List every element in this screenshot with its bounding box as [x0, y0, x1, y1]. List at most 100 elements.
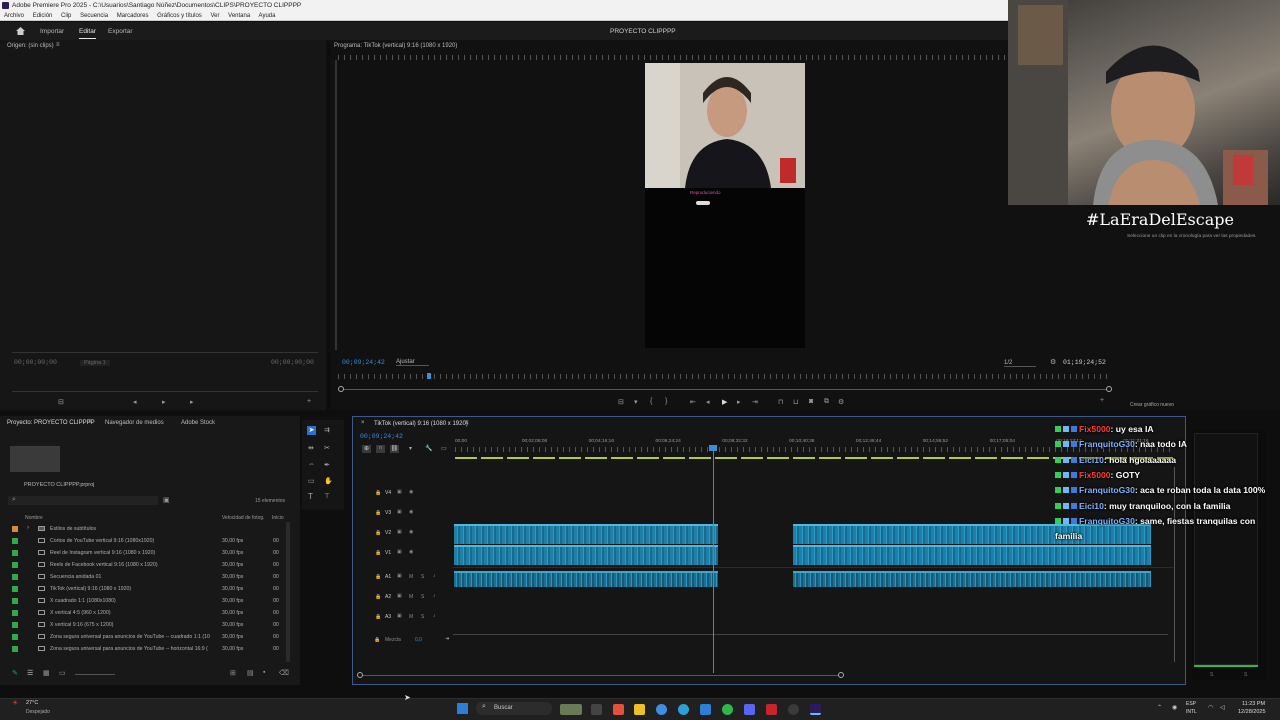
lock-icon[interactable]: 🔒: [375, 614, 381, 620]
lock-icon[interactable]: 🔒: [374, 637, 380, 643]
timeline-settings-icon[interactable]: 🔧: [425, 445, 432, 452]
export-frame-icon[interactable]: ◙: [809, 398, 813, 405]
expand-chevron-icon[interactable]: ›: [27, 525, 29, 531]
pen-tool-icon[interactable]: ✒: [324, 461, 330, 469]
track-select-tool-icon[interactable]: ⇉: [324, 426, 330, 434]
store-icon[interactable]: [700, 704, 711, 715]
tab-editar[interactable]: Editar: [79, 28, 96, 39]
sync-lock-icon[interactable]: ▣: [397, 529, 402, 535]
solo-button[interactable]: S: [421, 594, 424, 600]
mic-icon[interactable]: ♪: [433, 593, 436, 599]
video-track-header[interactable]: 🔒 V4 ▣ ◉: [353, 487, 453, 501]
volume-icon[interactable]: ◁: [1220, 704, 1225, 711]
label-color-swatch[interactable]: [12, 646, 18, 652]
mark-out-icon[interactable]: {: [650, 398, 652, 405]
mute-button[interactable]: M: [409, 594, 413, 600]
hscroll-handle-left[interactable]: [357, 672, 363, 678]
solo-button[interactable]: S: [421, 614, 424, 620]
program-fit-select[interactable]: Ajustar: [396, 359, 429, 366]
menu-edicion[interactable]: Edición: [33, 13, 53, 19]
nest-icon[interactable]: ⊕: [362, 445, 371, 453]
label-color-swatch[interactable]: [12, 562, 18, 568]
automate-icon[interactable]: ⊞: [230, 669, 236, 677]
panel-menu-icon[interactable]: ≡: [88, 419, 92, 425]
close-icon[interactable]: ×: [361, 420, 365, 426]
caption-tool-icon[interactable]: ⊤: [324, 492, 330, 500]
program-title[interactable]: Programa: TikTok (vertical) 9:16 (1080 x…: [334, 43, 457, 49]
video-clip-v2-b[interactable]: [793, 524, 1151, 544]
timeline-title[interactable]: TikTok (vertical) 9:16 (1080 x 1920): [374, 421, 468, 427]
program-scrub-ruler[interactable]: [338, 374, 1110, 379]
program-zoom-bar[interactable]: [340, 389, 1110, 390]
menu-secuencia[interactable]: Secuencia: [80, 13, 108, 19]
edge-icon[interactable]: [678, 704, 689, 715]
go-to-out-icon[interactable]: ⇥: [752, 398, 758, 406]
program-resolution-select[interactable]: 1/2: [1004, 360, 1037, 367]
timeline-timecode[interactable]: 00;09;24;42: [360, 433, 403, 440]
tab-media-browser[interactable]: Navegador de medios: [105, 420, 164, 426]
menu-ventana[interactable]: Ventana: [228, 13, 250, 19]
tray-time[interactable]: 11:23 PM: [1242, 701, 1265, 707]
sync-lock-icon[interactable]: ▣: [397, 489, 402, 495]
audio-clip-a1-a[interactable]: [454, 571, 718, 587]
tab-project[interactable]: Proyecto: PROYECTO CLIPPPP: [7, 420, 95, 426]
source-play-icon[interactable]: ▸: [162, 398, 166, 406]
add-marker-icon[interactable]: ▾: [634, 398, 638, 406]
menu-graficos[interactable]: Gráficos y títulos: [157, 13, 202, 19]
new-bin-icon[interactable]: ▣: [163, 496, 170, 504]
eye-icon[interactable]: ◉: [409, 509, 413, 515]
audio-track-header[interactable]: 🔒 A1 ▣ M S ♪: [353, 571, 453, 585]
project-item[interactable]: › Estilos de subtítulos: [0, 523, 290, 535]
label-color-swatch[interactable]: [12, 538, 18, 544]
play-icon[interactable]: ▶: [722, 398, 727, 406]
eye-icon[interactable]: ◉: [409, 549, 413, 555]
audio-track-header[interactable]: 🔒 A2 ▣ M S ♪: [353, 591, 453, 605]
widgets-icon[interactable]: [560, 704, 582, 715]
menu-ayuda[interactable]: Ayuda: [259, 13, 276, 19]
new-item-icon[interactable]: ▤: [247, 669, 254, 677]
tab-importar[interactable]: Importar: [40, 28, 64, 35]
video-track-header[interactable]: 🔒 V3 ▣ ◉: [353, 507, 453, 521]
menu-marcadores[interactable]: Marcadores: [117, 13, 149, 19]
selection-tool-icon[interactable]: ➤: [307, 426, 316, 435]
project-item[interactable]: Reel de Instagram vertical 9:16 (1080 x …: [0, 547, 290, 559]
menu-ver[interactable]: Ver: [210, 13, 219, 19]
project-item[interactable]: Zona segura universal para anuncios de Y…: [0, 631, 290, 643]
label-color-swatch[interactable]: [12, 586, 18, 592]
razor-tool-icon[interactable]: ✂: [324, 444, 330, 452]
menu-archivo[interactable]: Archivo: [4, 13, 24, 19]
weather-icon[interactable]: ☀: [12, 699, 18, 707]
project-scrollbar[interactable]: [286, 522, 290, 662]
menu-clip[interactable]: Clip: [61, 13, 71, 19]
column-fps[interactable]: Velocidad de fotog.: [222, 515, 265, 521]
program-add-button-icon[interactable]: +: [1100, 397, 1104, 404]
audio-track-header[interactable]: 🔒 A3 ▣ M S ♪: [353, 611, 453, 625]
timeline-vscroll[interactable]: [1174, 467, 1175, 662]
label-color-swatch[interactable]: [12, 550, 18, 556]
extract-icon[interactable]: ⊔: [793, 398, 798, 406]
video-clip-v1-b[interactable]: [793, 545, 1151, 565]
project-item[interactable]: X vertical 4:5 (960 x 1200) 30,00 fps 00: [0, 607, 290, 619]
brave-icon[interactable]: [613, 704, 624, 715]
source-timecode-left[interactable]: 00;00;00;00: [14, 359, 57, 366]
hand-tool-icon[interactable]: ✋: [324, 477, 333, 485]
settings-icon[interactable]: ⚙: [838, 398, 844, 406]
tray-chevron-icon[interactable]: ⌃: [1157, 704, 1162, 711]
column-start[interactable]: Inicio: [272, 515, 284, 521]
sync-lock-icon[interactable]: ▣: [397, 573, 402, 579]
weather-desc[interactable]: Despejado: [26, 709, 50, 715]
panel-menu-icon[interactable]: ≡: [56, 42, 60, 48]
mic-icon[interactable]: ♪: [433, 613, 436, 619]
discord-icon[interactable]: [744, 704, 755, 715]
add-marker-icon[interactable]: ▾: [409, 445, 412, 452]
weather-temp[interactable]: 27°C: [26, 700, 38, 706]
project-item[interactable]: X cuadrado 1:1 (1080x1080) 30,00 fps 00: [0, 595, 290, 607]
ripple-tool-icon[interactable]: ⇹: [308, 444, 314, 452]
compare-view-icon[interactable]: ⧉: [824, 398, 829, 406]
label-color-swatch[interactable]: [12, 574, 18, 580]
linked-selection-icon[interactable]: ⛓: [390, 445, 399, 453]
new-bin-bottom-icon[interactable]: ▪: [263, 669, 265, 676]
mix-value[interactable]: 0,0: [415, 637, 422, 643]
zoom-handle-right[interactable]: [1106, 386, 1112, 392]
source-scrubber[interactable]: [12, 391, 318, 392]
